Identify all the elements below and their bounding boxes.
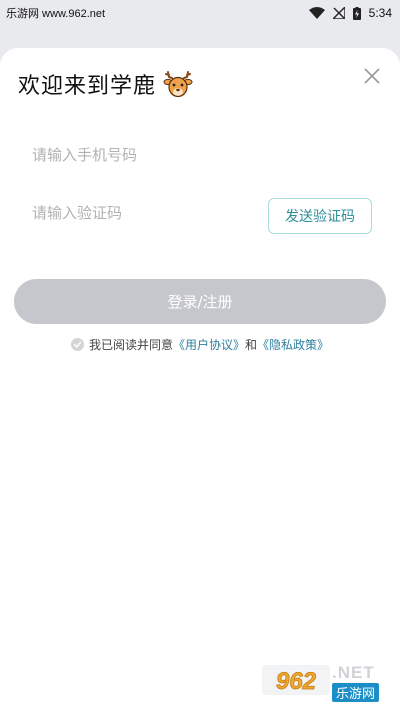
battery-charging-icon xyxy=(352,6,361,20)
login-register-button[interactable]: 登录/注册 xyxy=(14,279,386,324)
signal-off-icon xyxy=(332,7,345,19)
status-icons: 5:34 xyxy=(308,6,392,20)
title-row: 欢迎来到学鹿 xyxy=(18,68,194,100)
watermark-net-text: .NET xyxy=(332,663,375,682)
watermark-logo-icon: 962 xyxy=(262,665,330,695)
agreement-text: 我已阅读并同意 xyxy=(88,338,173,352)
status-bar: 乐游网 www.962.net 5:34 xyxy=(0,0,400,26)
site-watermark: 962 .NET 乐游网 xyxy=(262,661,392,705)
watermark-site-text: 乐游网 xyxy=(332,683,380,702)
watermark-logo-text: 962 xyxy=(276,668,317,695)
login-sheet: 欢迎来到学鹿 发送验证码 登录/注册 我已阅读并同意 《用户协议》 和 《隐私政… xyxy=(0,48,400,711)
agreement-and-text: 和 xyxy=(245,338,258,352)
deer-mascot-icon xyxy=(163,71,193,98)
agreement-checkbox-icon[interactable] xyxy=(70,338,84,351)
wifi-icon xyxy=(308,7,325,19)
phone-input[interactable] xyxy=(32,140,272,170)
agreement-row: 我已阅读并同意 《用户协议》 和 《隐私政策》 xyxy=(0,336,400,353)
close-icon[interactable] xyxy=(362,66,382,86)
page-title: 欢迎来到学鹿 xyxy=(18,74,157,99)
send-code-button[interactable]: 发送验证码 xyxy=(268,198,372,234)
verification-code-input[interactable] xyxy=(32,198,272,228)
privacy-policy-link[interactable]: 《隐私政策》 xyxy=(257,336,329,353)
user-agreement-link[interactable]: 《用户协议》 xyxy=(173,336,245,353)
carrier-text: 乐游网 www.962.net xyxy=(6,8,106,20)
clock-time: 5:34 xyxy=(368,6,392,20)
